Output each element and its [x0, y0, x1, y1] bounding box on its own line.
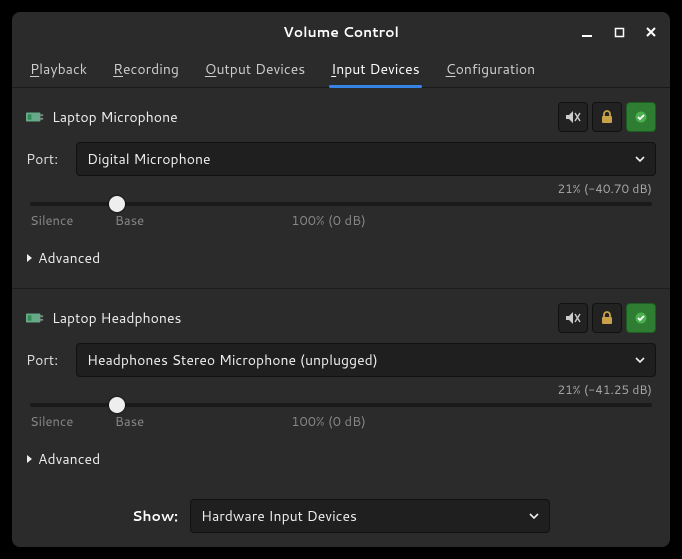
port-select[interactable]: Digital Microphone	[76, 142, 656, 176]
chevron-down-icon	[529, 513, 539, 519]
volume-readout: 21% (-41.25 dB)	[558, 381, 652, 398]
content: Laptop Microphone Port: Digital Micr	[12, 88, 670, 489]
device-header: Laptop Microphone	[26, 98, 656, 136]
window-title: Volume Control	[12, 22, 670, 42]
volume-slider-wrap: 21% (-40.70 dB) Silence Base 100% (0 dB)	[26, 182, 656, 238]
slider-thumb[interactable]	[109, 397, 125, 413]
tabs: Playback Recording Output Devices Input …	[12, 52, 670, 88]
device-name: Laptop Microphone	[52, 107, 178, 127]
advanced-toggle[interactable]: Advanced	[26, 238, 656, 282]
mute-button[interactable]	[558, 303, 588, 333]
tick-silence: Silence	[30, 212, 73, 230]
audio-card-icon	[26, 110, 44, 124]
tick-base: Base	[115, 413, 144, 431]
device-buttons	[558, 102, 656, 132]
port-value: Digital Microphone	[87, 149, 211, 169]
volume-slider[interactable]	[30, 403, 652, 407]
footer: Show: Hardware Input Devices	[12, 489, 670, 547]
audio-card-icon	[26, 311, 44, 325]
device-header: Laptop Headphones	[26, 299, 656, 337]
port-row: Port: Digital Microphone	[26, 136, 656, 182]
advanced-label: Advanced	[38, 248, 100, 268]
volume-slider-wrap: 21% (-41.25 dB) Silence Base 100% (0 dB)	[26, 383, 656, 439]
chevron-right-icon	[26, 253, 34, 263]
tab-playback[interactable]: Playback	[30, 59, 87, 87]
slider-thumb[interactable]	[109, 196, 125, 212]
maximize-button[interactable]	[612, 25, 626, 39]
chevron-down-icon	[635, 357, 645, 363]
minimize-button[interactable]	[580, 25, 594, 39]
tab-recording[interactable]: Recording	[113, 59, 179, 87]
slider-ticks: Silence Base 100% (0 dB)	[30, 212, 652, 230]
device-block: Laptop Microphone Port: Digital Micr	[26, 98, 656, 282]
volume-slider[interactable]	[30, 202, 652, 206]
chevron-down-icon	[635, 156, 645, 162]
slider-ticks: Silence Base 100% (0 dB)	[30, 413, 652, 431]
lock-button[interactable]	[592, 102, 622, 132]
device-name: Laptop Headphones	[52, 308, 181, 328]
titlebar: Volume Control	[12, 12, 670, 52]
port-value: Headphones Stereo Microphone (unplugged)	[87, 350, 378, 370]
tab-input-devices[interactable]: Input Devices	[331, 59, 419, 87]
window: Volume Control Playback Recording Output…	[12, 12, 670, 547]
advanced-label: Advanced	[38, 449, 100, 469]
tick-silence: Silence	[30, 413, 73, 431]
port-select[interactable]: Headphones Stereo Microphone (unplugged)	[76, 343, 656, 377]
device-block: Laptop Headphones Port: Headphones S	[26, 299, 656, 483]
divider	[12, 288, 670, 289]
set-default-button[interactable]	[626, 303, 656, 333]
advanced-toggle[interactable]: Advanced	[26, 439, 656, 483]
device-buttons	[558, 303, 656, 333]
volume-readout: 21% (-40.70 dB)	[558, 180, 652, 197]
tab-output-devices[interactable]: Output Devices	[205, 59, 305, 87]
tick-100: 100% (0 dB)	[291, 413, 366, 431]
port-label: Port:	[26, 149, 66, 169]
show-select[interactable]: Hardware Input Devices	[190, 499, 550, 533]
show-value: Hardware Input Devices	[201, 506, 357, 526]
chevron-right-icon	[26, 454, 34, 464]
port-label: Port:	[26, 350, 66, 370]
show-label: Show:	[132, 506, 178, 526]
window-controls	[580, 25, 658, 39]
port-row: Port: Headphones Stereo Microphone (unpl…	[26, 337, 656, 383]
tab-configuration[interactable]: Configuration	[446, 59, 536, 87]
tick-100: 100% (0 dB)	[291, 212, 366, 230]
lock-button[interactable]	[592, 303, 622, 333]
mute-button[interactable]	[558, 102, 588, 132]
close-button[interactable]	[644, 25, 658, 39]
tick-base: Base	[115, 212, 144, 230]
set-default-button[interactable]	[626, 102, 656, 132]
